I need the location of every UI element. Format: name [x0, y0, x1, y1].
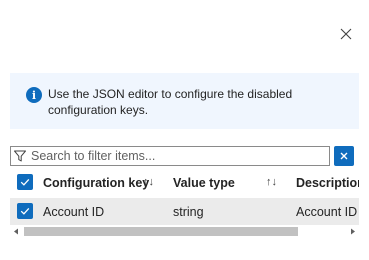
column-header-description[interactable]: Description [296, 176, 359, 190]
cell-configuration-key: Account ID [43, 205, 105, 219]
close-button[interactable] [336, 24, 356, 44]
info-message-text: Use the JSON editor to configure the dis… [48, 87, 293, 117]
scroll-left-arrow[interactable] [10, 225, 22, 237]
close-icon [340, 28, 352, 40]
scroll-right-arrow[interactable] [347, 225, 359, 237]
filter-icon [14, 150, 26, 162]
scrollbar-thumb[interactable] [24, 227, 298, 236]
column-header-configuration-key[interactable]: Configuration key [43, 176, 149, 190]
clear-search-button[interactable] [334, 146, 354, 166]
triangle-right-icon [351, 228, 355, 234]
cell-value-type: string [173, 205, 204, 219]
table-row[interactable]: Account ID string Account ID [10, 198, 359, 226]
search-input[interactable] [31, 147, 327, 165]
cell-description: Account ID [296, 205, 358, 219]
checkmark-icon [20, 207, 30, 215]
close-icon [340, 152, 348, 160]
info-icon: i [26, 87, 42, 103]
search-box [10, 146, 330, 166]
select-all-checkbox[interactable] [17, 174, 33, 190]
sort-icon[interactable]: ↑↓ [266, 176, 277, 188]
table-header-row: Configuration key ↑↓ Value type ↑↓ Descr… [10, 168, 359, 198]
checkmark-icon [20, 178, 30, 186]
info-message-bar: i Use the JSON editor to configure the d… [10, 73, 359, 129]
sort-icon[interactable]: ↑↓ [143, 176, 154, 188]
column-header-value-type[interactable]: Value type [173, 176, 235, 190]
row-checkbox[interactable] [17, 203, 33, 219]
horizontal-scrollbar[interactable] [10, 225, 359, 237]
triangle-left-icon [14, 228, 18, 234]
